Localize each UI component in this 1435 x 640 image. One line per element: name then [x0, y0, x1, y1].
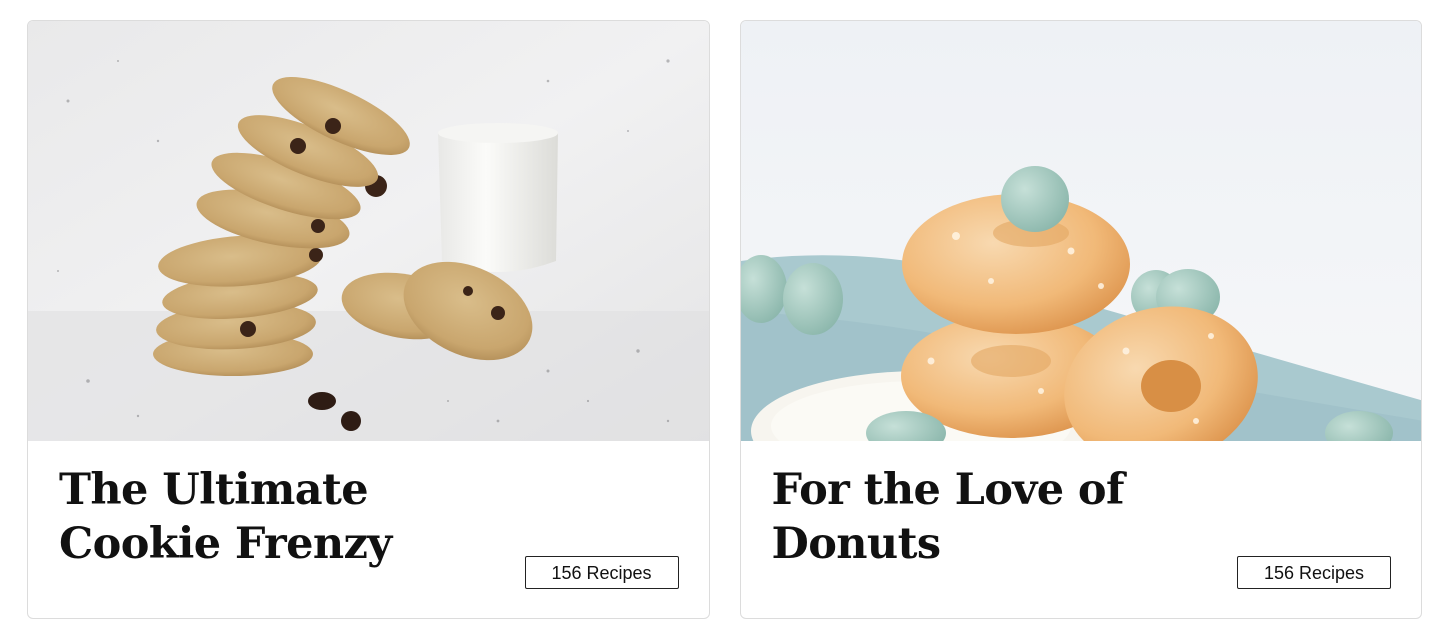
donut-collection-image[interactable] [740, 21, 1422, 441]
collection-title[interactable]: The Ultimate Cookie Frenzy [59, 463, 529, 571]
collection-grid: The Ultimate Cookie Frenzy 156 Recipes F… [27, 20, 1422, 619]
recipe-count-button[interactable]: 156 Recipes [524, 556, 679, 589]
collection-card-cookies[interactable]: The Ultimate Cookie Frenzy 156 Recipes [27, 20, 710, 619]
collection-card-donuts[interactable]: For the Love of Donuts 156 Recipes [739, 20, 1422, 619]
cookie-stack-illustration [28, 21, 709, 441]
recipe-count-button[interactable]: 156 Recipes [1237, 556, 1391, 589]
collection-title[interactable]: For the Love of Donuts [772, 463, 1242, 571]
donut-stack-illustration [740, 21, 1422, 441]
cookie-collection-image[interactable] [28, 21, 709, 441]
